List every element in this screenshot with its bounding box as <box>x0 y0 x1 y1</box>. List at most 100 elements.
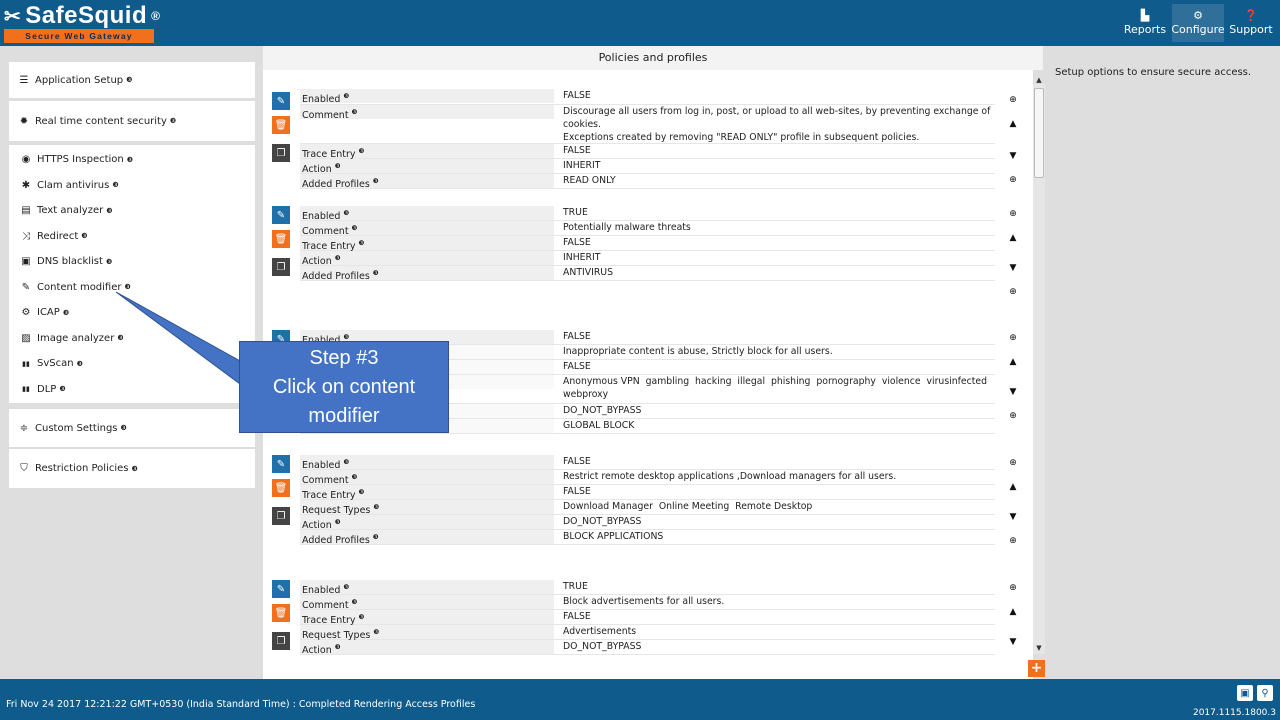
sidebar-item-icap[interactable]: ⚙ ICAP ❸ <box>9 300 255 326</box>
move-down-icon[interactable]: ▼ <box>1005 384 1021 400</box>
logo-registered: ® <box>151 9 161 23</box>
add-circle-icon[interactable]: ⊕ <box>1005 206 1021 222</box>
policy-row[interactable]: Request Types ❸ Advertisements <box>300 625 995 641</box>
policy-row[interactable]: Comment ❸ Potentially malware threats <box>300 221 995 237</box>
policy-row[interactable]: Enabled ❸ TRUE <box>300 580 995 596</box>
policy-field-value: DO_NOT_BYPASS <box>563 405 642 416</box>
policy-row[interactable]: Trace Entry❸ FALSE <box>300 485 995 501</box>
policy-row[interactable]: Comment ❸ Discourage all users from log in… <box>300 105 995 144</box>
add-circle-icon[interactable]: ⊕ <box>1005 284 1021 300</box>
sidebar-item-content-modifier[interactable]: ✎ Content modifier ❸ <box>9 275 255 301</box>
nav-reports-button[interactable]: ▙ Reports <box>1121 4 1169 42</box>
sidebar-section-restriction-policies[interactable]: ⛉ Restriction Policies ❸ <box>9 449 255 488</box>
trash-icon[interactable]: 🗑 <box>272 604 290 622</box>
trash-icon[interactable]: 🗑 <box>272 116 290 134</box>
policy-row[interactable]: Enabled❸ FALSE <box>300 89 995 105</box>
sidebar-item-dlp[interactable]: ▮▮ DLP ❸ <box>9 377 255 403</box>
move-up-icon[interactable]: ▲ <box>1005 116 1021 132</box>
sidebar-section-real-time-security[interactable]: ✹ Real time content security ❸ <box>9 101 255 141</box>
scroll-down-arrow[interactable]: ▼ <box>1033 644 1045 654</box>
add-circle-icon[interactable]: ⊕ <box>1005 533 1021 549</box>
policy-field-value: Anonymous VPN gambling hacking illegal p… <box>563 376 988 400</box>
move-up-icon[interactable]: ▲ <box>1005 604 1021 620</box>
nav-configure-button[interactable]: ⚙ Configure <box>1171 4 1225 42</box>
field-label-text: Comment <box>302 110 349 122</box>
edit-icon[interactable]: ✎ <box>272 206 290 224</box>
move-up-icon[interactable]: ▲ <box>1005 479 1021 495</box>
policy-row[interactable]: Added Profiles ❸ READ ONLY <box>300 174 995 190</box>
policy-field-value: INHERIT <box>563 252 601 263</box>
sidebar-item-redirect[interactable]: ⤨ Redirect ❸ <box>9 224 255 250</box>
info-icon: ❸ <box>76 359 83 368</box>
add-circle-icon[interactable]: ⊕ <box>1005 455 1021 471</box>
policy-field-value: FALSE <box>563 361 591 372</box>
move-down-icon[interactable]: ▼ <box>1005 509 1021 525</box>
add-circle-icon[interactable]: ⊕ <box>1005 172 1021 188</box>
save-icon[interactable]: ▣ <box>1237 685 1253 701</box>
policy-row[interactable]: Trace Entry❸ FALSE <box>300 236 995 252</box>
shuffle-icon: ⤨ <box>22 230 30 242</box>
policy-row[interactable]: Added Profiles ❸ ANTIVIRUS <box>300 266 995 282</box>
sidebar-item-clam-antivirus[interactable]: ✱ Clam antivirus ❸ <box>9 173 255 199</box>
copy-icon[interactable]: ❐ <box>272 507 290 525</box>
policy-field-label: Comment❸ <box>300 595 554 611</box>
search-icon[interactable]: ⚲ <box>1257 685 1273 701</box>
sidebar-item-text-analyzer[interactable]: ▤ Text analyzer ❸ <box>9 198 255 224</box>
add-circle-icon[interactable]: ⊕ <box>1005 580 1021 596</box>
safesquid-logo[interactable]: ✂ SafeSquid ® Secure Web Gateway <box>4 2 160 44</box>
policy-field-label: Action❸ <box>300 515 554 531</box>
move-down-icon[interactable]: ▼ <box>1005 260 1021 276</box>
move-down-icon[interactable]: ▼ <box>1005 634 1021 650</box>
policy-row[interactable]: Comment ❸ Block advertisements for all use… <box>300 595 995 611</box>
policy-field-value: FALSE <box>563 456 591 467</box>
trash-icon[interactable]: 🗑 <box>272 479 290 497</box>
sidebar-section-custom-settings[interactable]: ≑ Custom Settings ❸ <box>9 409 255 447</box>
trash-icon[interactable]: 🗑 <box>272 230 290 248</box>
add-policy-button[interactable]: + <box>1028 660 1045 677</box>
callout-line-3: modifier <box>308 404 380 427</box>
scroll-up-arrow[interactable]: ▲ <box>1033 76 1045 84</box>
info-icon: ❸ <box>334 162 341 170</box>
policy-field-label: Added Profiles❸ <box>300 530 554 547</box>
policy-row[interactable]: Enabled❸ FALSE <box>300 455 995 471</box>
field-label-text: Action <box>302 645 332 657</box>
policy-scrollbar[interactable] <box>1033 84 1045 654</box>
add-circle-icon[interactable]: ⊕ <box>1005 92 1021 108</box>
image-icon: ▨ <box>21 332 31 344</box>
network-icon: ⚙ <box>21 307 31 319</box>
policy-row[interactable]: Added Profiles ❸ BLOCK APPLICATIONS <box>300 530 995 547</box>
sidebar-item-image-analyzer[interactable]: ▨ Image analyzer ❸ <box>9 326 255 352</box>
gears-icon: ⚙ <box>1193 9 1203 22</box>
sidebar-item-svscan[interactable]: ▮▮ SvScan ❸ <box>9 351 255 377</box>
info-icon: ❸ <box>334 254 341 262</box>
policy-row[interactable]: Action ❸ INHERIT <box>300 251 995 267</box>
nav-support-label: Support <box>1229 23 1273 36</box>
edit-icon[interactable]: ✎ <box>272 92 290 110</box>
policy-row[interactable]: Request Types ❸ Download Manager Online Me… <box>300 500 995 516</box>
policy-row[interactable]: Trace Entry❸ FALSE <box>300 610 995 626</box>
field-label-text: Added Profiles <box>302 535 370 547</box>
edit-icon[interactable]: ✎ <box>272 580 290 598</box>
policy-row[interactable]: Action ❸ INHERIT <box>300 159 995 175</box>
policy-row[interactable]: Action❸ DO_NOT_BYPASS <box>300 640 995 657</box>
policy-row[interactable]: Trace Entry❸ FALSE <box>300 144 995 160</box>
info-icon: ❸ <box>124 283 131 292</box>
copy-icon[interactable]: ❐ <box>272 144 290 162</box>
nav-support-button[interactable]: ❓ Support <box>1228 4 1274 42</box>
move-down-icon[interactable]: ▼ <box>1005 148 1021 164</box>
copy-icon[interactable]: ❐ <box>272 632 290 650</box>
policy-row[interactable]: Comment ❸ Restrict remote desktop applicat… <box>300 470 995 486</box>
sidebar-item-dns-blacklist[interactable]: ▣ DNS blacklist ❸ <box>9 249 255 275</box>
move-up-icon[interactable]: ▲ <box>1005 354 1021 370</box>
policy-row[interactable]: Action❸ DO_NOT_BYPASS <box>300 515 995 531</box>
policy-row[interactable]: Enabled ❸ TRUE <box>300 206 995 222</box>
policy-field-value: TRUE <box>563 581 588 592</box>
sidebar-section-application-setup[interactable]: ☰ Application Setup ❸ <box>9 62 255 98</box>
edit-icon[interactable]: ✎ <box>272 455 290 473</box>
copy-icon[interactable]: ❐ <box>272 258 290 276</box>
scroll-thumb[interactable] <box>1034 88 1044 178</box>
sidebar-item-https-inspection[interactable]: ◉ HTTPS Inspection ❸ <box>9 147 255 173</box>
move-up-icon[interactable]: ▲ <box>1005 230 1021 246</box>
add-circle-icon[interactable]: ⊕ <box>1005 330 1021 346</box>
add-circle-icon[interactable]: ⊕ <box>1005 408 1021 424</box>
